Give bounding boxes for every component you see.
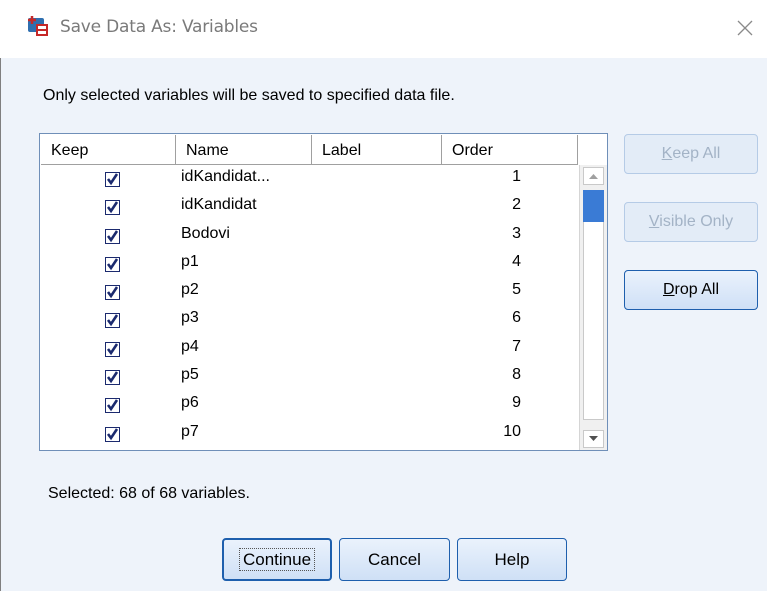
continue-label: Continue [238, 548, 316, 571]
instruction-text: Only selected variables will be saved to… [43, 87, 455, 104]
scroll-track[interactable] [583, 190, 604, 420]
column-header-name[interactable]: Name [176, 135, 312, 165]
variable-order: 10 [503, 422, 521, 440]
table-row[interactable]: idKandidat... 1 [41, 166, 578, 194]
keep-checkbox[interactable] [105, 285, 120, 301]
caret-down-icon [589, 436, 598, 441]
variable-name: p4 [181, 337, 199, 355]
drop-all-button[interactable]: Drop All [624, 270, 758, 310]
table-row[interactable]: p6 9 [41, 392, 578, 420]
title-bar: Save Data As: Variables [0, 0, 767, 58]
variable-order: 9 [512, 394, 521, 412]
table-row[interactable]: p7 10 [41, 421, 578, 449]
caret-up-icon [589, 174, 598, 179]
keep-checkbox[interactable] [105, 256, 120, 272]
header-filler [578, 135, 607, 165]
keep-checkbox[interactable] [105, 341, 120, 357]
scroll-thumb[interactable] [583, 190, 604, 222]
column-header-label[interactable]: Label [312, 135, 442, 165]
cancel-button[interactable]: Cancel [339, 538, 450, 581]
drop-all-label: rop All [674, 281, 720, 298]
table-row[interactable]: Bodovi 3 [41, 223, 578, 251]
variable-order: 5 [512, 281, 521, 299]
variable-order: 8 [512, 366, 521, 384]
visible-only-mnemonic: V [648, 213, 660, 230]
variable-order: 4 [512, 252, 521, 270]
variable-order: 2 [512, 196, 521, 214]
table-row[interactable]: p4 7 [41, 336, 578, 364]
variable-order: 1 [512, 168, 521, 185]
variable-name: p6 [181, 394, 199, 412]
table-row[interactable]: idKandidat 2 [41, 194, 578, 222]
scroll-down-button[interactable] [583, 430, 604, 448]
keep-all-mnemonic: K [661, 145, 673, 162]
keep-checkbox[interactable] [105, 228, 120, 244]
drop-all-mnemonic: D [662, 281, 675, 298]
table-row[interactable]: p5 8 [41, 364, 578, 392]
variable-name: Bodovi [181, 224, 230, 242]
column-header-order[interactable]: Order [442, 135, 578, 165]
continue-button[interactable]: Continue [222, 538, 332, 581]
table-row[interactable]: p2 5 [41, 279, 578, 307]
table-header: Keep Name Label Order [41, 135, 578, 165]
keep-checkbox[interactable] [105, 313, 120, 329]
variable-order: 3 [512, 224, 521, 242]
variable-order: 7 [512, 337, 521, 355]
help-label: Help [494, 550, 530, 569]
variable-name: p7 [181, 422, 199, 440]
spss-save-icon [28, 16, 48, 36]
keep-checkbox[interactable] [105, 200, 120, 216]
table-row[interactable]: p3 6 [41, 307, 578, 335]
table-row[interactable]: p1 4 [41, 251, 578, 279]
window-border [0, 58, 1, 591]
scroll-up-button[interactable] [583, 167, 604, 185]
help-button[interactable]: Help [457, 538, 567, 581]
variable-name: idKandidat [181, 196, 257, 214]
keep-checkbox[interactable] [105, 370, 120, 386]
table-rows: idKandidat... 1 idKandidat 2 Bodovi 3 p1… [41, 166, 578, 449]
close-icon[interactable] [735, 18, 755, 38]
keep-checkbox[interactable] [105, 172, 120, 187]
keep-checkbox[interactable] [105, 398, 120, 414]
selection-status: Selected: 68 of 68 variables. [48, 485, 250, 502]
visible-only-label: isible Only [659, 213, 734, 230]
cancel-label: Cancel [368, 550, 421, 569]
variable-name: p3 [181, 309, 199, 327]
variable-name: p2 [181, 281, 199, 299]
vertical-scrollbar[interactable] [579, 165, 607, 450]
variable-name: p5 [181, 366, 199, 384]
window-title: Save Data As: Variables [60, 17, 258, 37]
variable-name: p1 [181, 252, 199, 270]
keep-all-label: eep All [672, 145, 721, 162]
variable-name: idKandidat... [181, 168, 270, 185]
column-header-keep[interactable]: Keep [41, 135, 176, 165]
variable-order: 6 [512, 309, 521, 327]
visible-only-button[interactable]: Visible Only [624, 202, 758, 242]
keep-checkbox[interactable] [105, 426, 120, 442]
variables-table: Keep Name Label Order idKandidat... 1 id… [39, 133, 608, 451]
keep-all-button[interactable]: Keep All [624, 134, 758, 174]
